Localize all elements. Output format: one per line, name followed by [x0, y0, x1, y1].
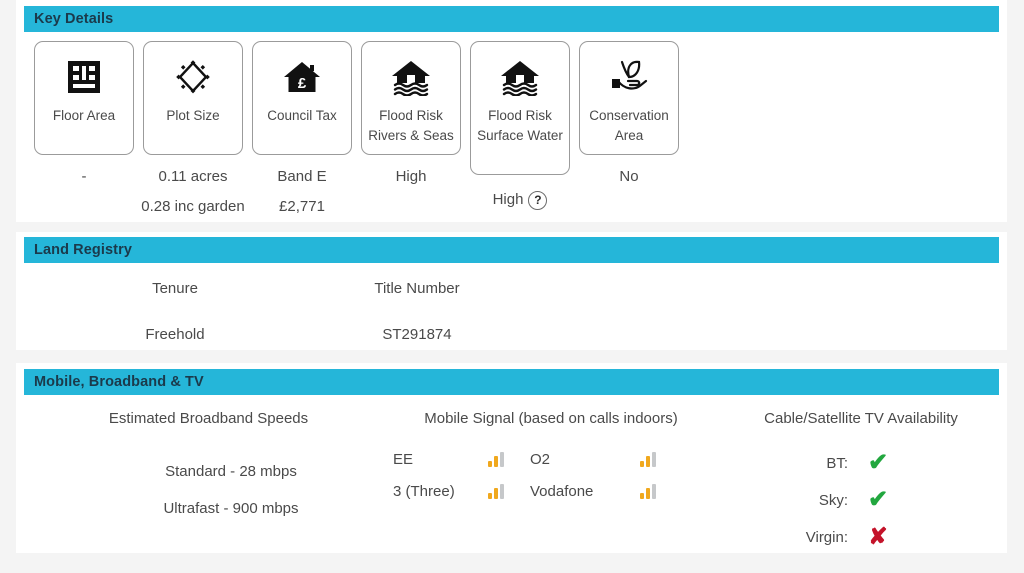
flood-risk-icon	[499, 56, 541, 98]
key-detail-value-flood-risk-surface-water: High?	[470, 162, 570, 222]
key-detail-label: Council Tax	[267, 108, 337, 123]
flood-risk-icon	[390, 56, 432, 98]
check-icon: ✔	[867, 449, 889, 476]
key-details-value-row: - 0.11 acres 0.28 inc garden Band E £2,7…	[34, 162, 679, 222]
heading-tv-availability: Cable/Satellite TV Availability	[764, 410, 958, 427]
svg-text:£: £	[298, 75, 307, 92]
floor-area-icon	[66, 56, 102, 98]
value-line-1: 0.11 acres	[158, 168, 228, 185]
land-registry-header: Land Registry	[24, 237, 999, 263]
mobile-provider-three: 3 (Three)	[393, 483, 455, 500]
check-icon: ✔	[867, 486, 889, 513]
key-detail-card-flood-risk-surface-water[interactable]: Flood Risk Surface Water	[470, 41, 570, 175]
key-details-section: Key Details Floor Area Plot Size £ Counc…	[16, 0, 1007, 222]
property-details-page: Key Details Floor Area Plot Size £ Counc…	[0, 0, 1024, 573]
key-details-header: Key Details	[24, 6, 999, 32]
key-detail-value-flood-risk-rivers-seas: High	[361, 162, 461, 222]
mobile-provider-ee: EE	[393, 451, 414, 468]
key-detail-value-council-tax: Band E £2,771	[252, 162, 352, 222]
broadband-speed-ultrafast: Ultrafast - 900 mbps	[163, 500, 299, 517]
tv-provider-sky: Sky:	[818, 491, 848, 509]
conservation-icon	[608, 56, 650, 98]
signal-bars-icon	[488, 452, 530, 467]
key-detail-value-conservation-area: No	[579, 162, 679, 222]
plot-size-icon	[173, 56, 213, 98]
cross-icon: ✘	[868, 523, 888, 549]
tv-provider-virgin: Virgin:	[805, 528, 848, 546]
key-detail-card-conservation-area[interactable]: Conservation Area	[579, 41, 679, 155]
tv-provider-bt: BT:	[826, 454, 848, 472]
heading-broadband-speeds: Estimated Broadband Speeds	[108, 410, 309, 427]
key-details-card-row: Floor Area Plot Size £ Council Tax Flood…	[34, 41, 679, 175]
key-detail-label: Flood Risk Rivers & Seas	[368, 108, 454, 143]
value-line-1: High	[492, 191, 524, 208]
tv-availability-grid: BT: ✔ Sky: ✔ Virgin: ✘	[768, 451, 908, 549]
key-detail-label: Plot Size	[166, 108, 220, 123]
land-registry-section: Land Registry Tenure Title Number Freeho…	[16, 232, 1007, 350]
land-registry-value-title-number: ST291874	[382, 326, 452, 343]
key-detail-label: Conservation Area	[589, 108, 669, 143]
land-registry-value-row: Freehold ST291874	[16, 326, 1007, 343]
mobile-provider-vodafone: Vodafone	[530, 483, 594, 500]
tv-availability-sky: ✔	[848, 488, 908, 512]
mobile-broadband-tv-heading-row: Estimated Broadband Speeds Mobile Signal…	[16, 410, 1007, 427]
heading-mobile-signal: Mobile Signal (based on calls indoors)	[424, 410, 678, 427]
signal-bars-icon	[640, 484, 682, 499]
key-detail-label: Floor Area	[52, 108, 116, 123]
mobile-broadband-tv-section: Mobile, Broadband & TV Estimated Broadba…	[16, 363, 1007, 553]
tv-availability-virgin: ✘	[848, 525, 908, 549]
signal-bars-icon	[640, 452, 682, 467]
council-tax-icon: £	[282, 56, 322, 98]
land-registry-col-header-title-number: Title Number	[374, 280, 460, 297]
tv-availability-bt: ✔	[848, 451, 908, 475]
help-icon[interactable]: ?	[528, 190, 548, 210]
mobile-broadband-tv-header: Mobile, Broadband & TV	[24, 369, 999, 395]
mobile-provider-o2: O2	[530, 451, 551, 468]
value-line-1: High	[395, 168, 427, 185]
key-detail-card-flood-risk-rivers-seas[interactable]: Flood Risk Rivers & Seas	[361, 41, 461, 155]
broadband-speeds-list: Standard - 28 mbps Ultrafast - 900 mbps	[86, 453, 376, 527]
mobile-signal-grid: EE O2 3 (Three) Vodafone	[393, 451, 682, 500]
broadband-speed-standard: Standard - 28 mbps	[165, 463, 297, 480]
signal-bars-icon	[488, 484, 530, 499]
land-registry-value-tenure: Freehold	[145, 326, 205, 343]
land-registry-header-row: Tenure Title Number	[16, 280, 1007, 297]
key-detail-card-plot-size[interactable]: Plot Size	[143, 41, 243, 155]
key-detail-card-council-tax[interactable]: £ Council Tax	[252, 41, 352, 155]
value-line-1: Band E	[277, 168, 327, 185]
land-registry-col-header-tenure: Tenure	[152, 280, 198, 297]
value-line-2: 0.28 inc garden	[141, 198, 245, 215]
value-line-1: No	[619, 168, 639, 185]
value-line-1: -	[81, 168, 87, 185]
key-detail-value-plot-size: 0.11 acres 0.28 inc garden	[141, 162, 244, 222]
key-detail-card-floor-area[interactable]: Floor Area	[34, 41, 134, 155]
key-detail-label: Flood Risk Surface Water	[477, 108, 563, 143]
value-line-2: £2,771	[279, 198, 325, 215]
